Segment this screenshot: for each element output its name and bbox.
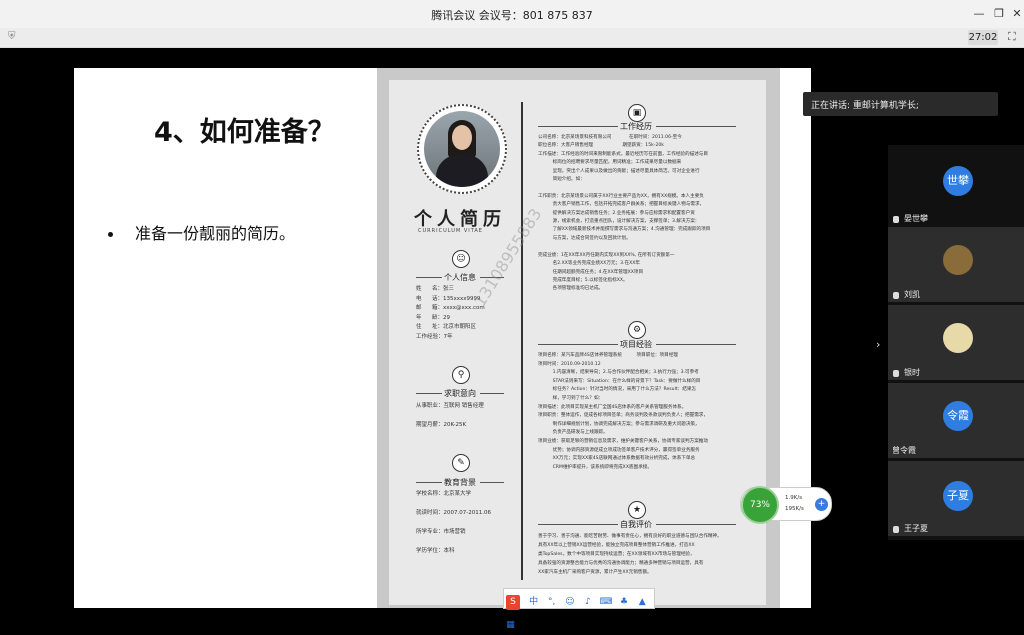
fullscreen-icon[interactable]: ⛶ xyxy=(1008,30,1016,44)
upload-speed: 1.9K/s xyxy=(785,495,803,501)
skin-icon[interactable]: ♣ xyxy=(618,593,631,612)
mic-icon xyxy=(893,370,899,377)
section-review: 自我评价 xyxy=(620,520,652,529)
avatar xyxy=(943,323,973,353)
participant-tile[interactable]: 令霞 曾令霞 xyxy=(888,383,1024,458)
section-work: 工作经历 xyxy=(620,122,652,131)
grid-icon[interactable]: ▦ xyxy=(504,616,517,635)
speaker-banner: 正在讲话: 重邮计算机学长; xyxy=(803,92,998,116)
section-intent: 求职意向 xyxy=(444,389,476,398)
emoji-icon[interactable]: ☺ xyxy=(563,593,576,612)
section-education: 教育背景 xyxy=(444,478,476,487)
bullet-dot xyxy=(108,232,113,237)
participant-name: 银时 xyxy=(904,368,920,377)
network-widget[interactable]: 73% 1.9K/s 195K/s + xyxy=(740,486,832,524)
participant-tile[interactable]: 子夏 王子夏 xyxy=(888,461,1024,536)
shirt-icon[interactable]: ▲ xyxy=(636,593,649,612)
cpu-percent: 73% xyxy=(741,486,779,524)
participant-name: 晏世攀 xyxy=(904,214,928,223)
section-project: 项目经验 xyxy=(620,340,652,349)
avatar: 令霞 xyxy=(943,401,973,431)
ime-lang[interactable]: 中 xyxy=(527,593,540,612)
briefcase-icon: ▣ xyxy=(628,104,646,122)
shield-icon[interactable]: ⛨ xyxy=(8,31,20,43)
participant-name: 曾令霞 xyxy=(892,446,916,455)
project-info: 项目名称：某汽车品牌4S店体养管理系统 项目职位：项目经理 项目时间：2010.… xyxy=(538,353,708,470)
intent-info: 从事职业：互联网 销售经理 期望月薪：20K-25K xyxy=(416,403,484,428)
meeting-toolbar: ⛨ 27:02 ⛶ xyxy=(0,28,1024,48)
review-info: 善于学习、善于沟通、能吃苦耐劳、做事有责任心，拥有良好的职业道德与团队合作精神。… xyxy=(538,534,722,575)
participant-name: 刘凯 xyxy=(904,290,920,299)
resume-subtitle: CURRICULUM VITAE xyxy=(418,228,483,234)
avatar: 子夏 xyxy=(943,481,973,511)
speaker-label: 正在讲话: 重邮计算机学长; xyxy=(811,101,919,111)
ime-toolbar[interactable]: S 中 °, ☺ ♪ ⌨ ♣ ▲ ▦ xyxy=(503,588,655,630)
section-personal: 个人信息 xyxy=(444,273,476,282)
window-title: 腾讯会议 会议号：801 875 837 xyxy=(431,9,593,22)
person-icon: ☺ xyxy=(452,250,470,268)
work-info: 公司名称：北京某场景科技有限公司 在职时间：2011.06-至今 职位名称：大客… xyxy=(538,135,711,292)
punctuation-icon[interactable]: °, xyxy=(545,593,558,612)
mic-icon xyxy=(893,216,899,223)
gear-icon: ⚙ xyxy=(628,321,646,339)
avatar xyxy=(943,245,973,275)
mic-icon xyxy=(893,292,899,299)
pin-icon: ⚲ xyxy=(452,366,470,384)
keyboard-icon[interactable]: ⌨ xyxy=(599,593,612,612)
mic-icon xyxy=(893,526,899,533)
star-icon: ★ xyxy=(628,501,646,519)
sogou-logo-icon[interactable]: S xyxy=(506,595,520,610)
restore-button[interactable]: ❐ xyxy=(990,5,1008,23)
participant-tile[interactable]: 银时 xyxy=(888,305,1024,380)
avatar: 世攀 xyxy=(943,166,973,196)
resume-divider xyxy=(521,102,523,580)
participant-tile[interactable]: 世攀 晏世攀 xyxy=(888,150,1024,226)
chevron-right-icon[interactable]: › xyxy=(876,338,880,351)
close-button[interactable]: ✕ xyxy=(1008,5,1024,23)
resume-photo xyxy=(417,104,507,194)
participant-name: 王子夏 xyxy=(904,524,928,533)
meeting-timer: 27:02 xyxy=(968,30,998,45)
download-speed: 195K/s xyxy=(785,506,804,512)
window-titlebar: 腾讯会议 会议号：801 875 837 — ❐ ✕ xyxy=(0,0,1024,28)
slide-title: 4、如何准备？ xyxy=(154,117,335,148)
mic-icon[interactable]: ♪ xyxy=(581,593,594,612)
participant-tile[interactable]: 刘凯 xyxy=(888,227,1024,302)
education-info: 学校名称：北京某大学 就读时间：2007.07-2011.06 所学专业：市场营… xyxy=(416,491,491,554)
slide-bullet-text: 准备一份靓丽的简历。 xyxy=(135,224,296,243)
education-icon: ✎ xyxy=(452,454,470,472)
slide-bullet: 准备一份靓丽的简历。 xyxy=(108,220,295,244)
plus-icon[interactable]: + xyxy=(815,498,828,511)
minimize-button[interactable]: — xyxy=(970,5,988,23)
